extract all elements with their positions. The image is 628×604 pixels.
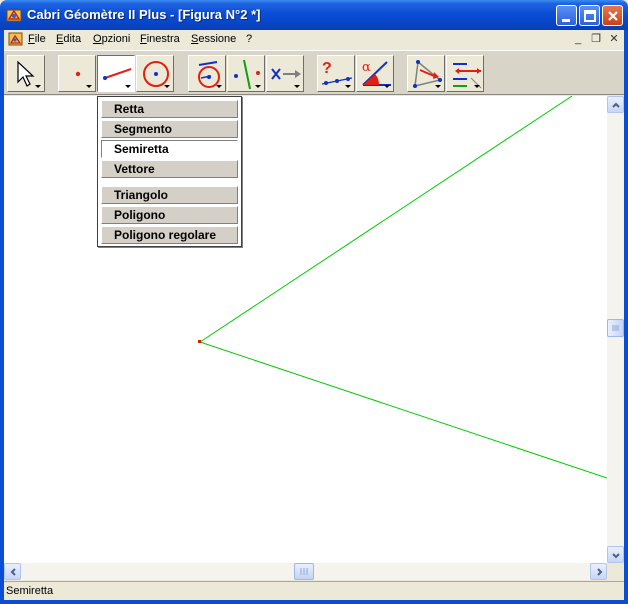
maximize-button[interactable] [579, 5, 600, 26]
dropdown-item-semiretta[interactable]: Semiretta [101, 140, 238, 158]
menu-file[interactable]: File [28, 33, 46, 45]
svg-text:α: α [362, 60, 371, 75]
dropdown-item-poligono[interactable]: Poligono [101, 206, 238, 224]
cabri-app-icon [6, 7, 22, 23]
ray-lower[interactable] [199, 341, 607, 479]
ray-upper[interactable] [199, 96, 573, 343]
line-tool-dropdown: Retta Segmento Semiretta Vettore Triango… [97, 96, 242, 247]
window-frame-bottom [0, 600, 628, 604]
menu-help[interactable]: ? [246, 33, 252, 45]
menu-finestra[interactable]: Finestra [140, 33, 180, 45]
title-bar[interactable]: Cabri Géomètre II Plus - [Figura N°2 *] [0, 0, 628, 30]
dropdown-item-poligono-regolare[interactable]: Poligono regolare [101, 226, 238, 244]
menu-opzioni[interactable]: Opzioni [93, 33, 130, 45]
chevron-down-icon [86, 85, 92, 88]
pointer-tool[interactable] [7, 55, 45, 92]
construct-tool[interactable] [188, 55, 226, 92]
chevron-down-icon [164, 85, 170, 88]
mdi-restore-button[interactable]: ❐ [588, 33, 604, 47]
chevron-down-icon [35, 85, 41, 88]
dropdown-item-triangolo[interactable]: Triangolo [101, 186, 238, 204]
chevron-down-icon [125, 85, 131, 88]
scroll-up-button[interactable] [607, 96, 624, 113]
macro-tool[interactable] [266, 55, 304, 92]
scroll-left-button[interactable] [4, 563, 21, 580]
scroll-right-button[interactable] [590, 563, 607, 580]
scroll-down-button[interactable] [607, 546, 624, 563]
horizontal-scroll-thumb[interactable] [294, 563, 314, 580]
window-title: Cabri Géomètre II Plus - [Figura N°2 *] [27, 7, 261, 22]
dropdown-item-vettore[interactable]: Vettore [101, 160, 238, 178]
minimize-button[interactable] [556, 5, 577, 26]
draw-tool[interactable] [446, 55, 484, 92]
scrollbar-corner [607, 563, 624, 580]
toolbar: ? α [4, 50, 624, 95]
mdi-close-button[interactable]: ✕ [606, 33, 622, 47]
chevron-down-icon [345, 85, 351, 88]
measure-tool[interactable]: α [356, 55, 394, 92]
mdi-minimize-button[interactable]: _ [570, 33, 586, 47]
display-tool[interactable] [407, 55, 445, 92]
chevron-down-icon [474, 85, 480, 88]
chevron-down-icon [435, 85, 441, 88]
close-button[interactable] [602, 5, 623, 26]
svg-text:?: ? [322, 60, 332, 77]
menu-sessione[interactable]: Sessione [191, 33, 236, 45]
vertical-scroll-thumb[interactable] [607, 319, 624, 337]
check-property-tool[interactable]: ? [317, 55, 355, 92]
menu-edita[interactable]: Edita [56, 33, 81, 45]
horizontal-scrollbar[interactable] [4, 563, 607, 580]
curve-tool[interactable] [136, 55, 174, 92]
transform-tool[interactable] [227, 55, 265, 92]
line-tool[interactable] [97, 55, 135, 92]
chevron-down-icon [384, 85, 390, 88]
dropdown-item-retta[interactable]: Retta [101, 100, 238, 118]
vertical-scrollbar[interactable] [607, 96, 624, 563]
status-text: Semiretta [6, 585, 54, 597]
window-frame-right [624, 30, 628, 604]
point-tool[interactable] [58, 55, 96, 92]
status-bar: Semiretta [4, 581, 624, 600]
dropdown-item-segmento[interactable]: Segmento [101, 120, 238, 138]
chevron-down-icon [255, 85, 261, 88]
menu-bar: File Edita Opzioni Finestra Sessione ? _… [4, 30, 624, 49]
drawing-canvas[interactable] [4, 96, 607, 563]
chevron-down-icon [216, 85, 222, 88]
vertex-point[interactable] [198, 340, 201, 343]
chevron-down-icon [294, 85, 300, 88]
document-icon[interactable] [8, 31, 24, 47]
